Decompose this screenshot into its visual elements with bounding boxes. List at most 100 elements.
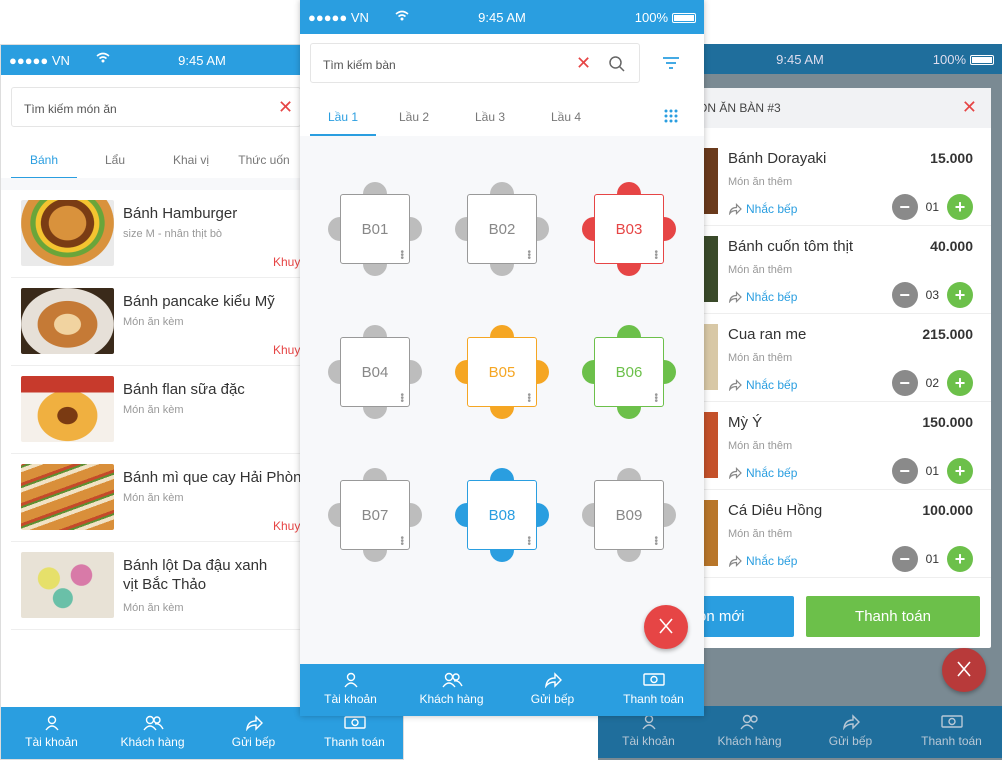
more-options-icon[interactable]: • • • [527,248,531,264]
dish-subtitle: Món ăn thêm [728,352,793,364]
battery-icon [970,54,994,65]
tab-lau-4[interactable]: Lầu 4 [528,110,604,124]
food-name: Bánh pancake kiểu Mỹ [123,293,275,310]
quantity-stepper[interactable]: −01 + [891,546,973,572]
food-search-input[interactable]: Tìm kiếm món ăn ✕ [11,87,301,127]
dish-subtitle: Món ăn thêm [728,440,793,452]
nav-kitchen[interactable]: Gửi bếp [800,706,901,758]
more-options-icon[interactable]: • • • [400,534,404,550]
nav-kitchen-label: Gửi bếp [231,735,276,749]
fork-knife-icon [659,618,673,634]
increase-button[interactable]: + [947,194,973,220]
remind-kitchen-link[interactable]: Nhắc bếp [728,202,797,216]
table-card[interactable]: B04 • • • [328,325,422,419]
remind-kitchen-link[interactable]: Nhắc bếp [728,554,797,568]
more-options-icon[interactable]: • • • [527,391,531,407]
tab-lau-2[interactable]: Lầu 2 [376,110,452,124]
quantity-stepper[interactable]: −01 + [891,194,973,220]
quantity-value: 02 [925,376,939,390]
nav-kitchen[interactable]: Gửi bếp [502,664,603,716]
nav-kitchen-label: Gửi bếp [828,734,873,748]
more-options-icon[interactable]: • • • [400,248,404,264]
dish-price: 150.000 [922,414,973,430]
quantity-stepper[interactable]: −02 + [891,370,973,396]
remind-kitchen-link[interactable]: Nhắc bếp [728,290,797,304]
more-options-icon[interactable]: • • • [527,534,531,550]
food-category-tabs: Bánh Lẩu Khai vị Thức uốn [11,153,321,179]
nav-pay[interactable]: Thanh toán [901,706,1002,758]
table-card[interactable]: B01 • • • [328,182,422,276]
banh-lot-image [21,552,114,618]
nav-account[interactable]: Tài khoản [1,707,102,759]
table-card[interactable]: B07 • • • [328,468,422,562]
increase-button[interactable]: + [947,282,973,308]
tab-lau[interactable]: Lẩu [77,153,153,167]
nav-kitchen[interactable]: Gửi bếp [203,707,304,759]
tab-lau-3[interactable]: Lầu 3 [452,110,528,124]
nav-pay-label: Thanh toán [324,735,385,749]
remind-label: Nhắc bếp [746,554,798,568]
nav-account[interactable]: Tài khoản [300,664,401,716]
order-item[interactable]: Mỳ Ý 150.000 Món ăn thêm Nhắc bếp −01 + [698,402,991,490]
money-icon [642,673,665,686]
table-card[interactable]: B08 • • • [455,468,549,562]
remind-kitchen-link[interactable]: Nhắc bếp [728,466,797,480]
table-card[interactable]: B02 • • • [455,182,549,276]
nav-customers[interactable]: Khách hàng [699,706,800,758]
tab-lau-1[interactable]: Lầu 1 [310,110,376,136]
food-name: Bánh lột Da đậu xanh [123,557,268,574]
increase-button[interactable]: + [947,458,973,484]
more-options-icon[interactable]: • • • [654,248,658,264]
share-arrow-icon [544,672,562,688]
order-item[interactable]: Cá Diêu Hồng 100.000 Món ăn thêm Nhắc bếp −0… [698,490,991,578]
users-icon [142,715,164,731]
user-icon [343,672,358,688]
user-icon [44,715,59,731]
more-options-icon[interactable]: • • • [654,391,658,407]
table-card[interactable]: B03 • • • [582,182,676,276]
share-arrow-icon [728,379,742,391]
more-options-icon[interactable]: • • • [400,391,404,407]
table-search-input[interactable]: Tìm kiếm bàn ✕ [310,43,640,83]
quantity-stepper[interactable]: −01 + [891,458,973,484]
remind-label: Nhắc bếp [746,378,798,392]
close-dialog-icon[interactable]: ✕ [962,97,977,118]
decrease-button[interactable]: − [891,370,918,396]
decrease-button[interactable]: − [891,458,918,484]
search-placeholder: Tìm kiếm món ăn [24,102,117,116]
menu-fab[interactable] [942,648,986,692]
quantity-stepper[interactable]: −03 + [891,282,973,308]
table-card[interactable]: B05 • • • [455,325,549,419]
grid-view-icon[interactable] [664,109,678,128]
clear-search-icon[interactable]: ✕ [576,53,591,74]
decrease-button[interactable]: − [891,546,918,572]
decrease-button[interactable]: − [891,282,918,308]
table-card[interactable]: B09 • • • [582,468,676,562]
nav-customers-label: Khách hàng [419,692,484,706]
new-order-button[interactable]: ón mới [698,596,794,637]
order-item[interactable]: Cua ran me 215.000 Món ăn thêm Nhắc bếp −02 + [698,314,991,402]
increase-button[interactable]: + [947,546,973,572]
clear-search-icon[interactable]: ✕ [278,97,293,118]
pay-button[interactable]: Thanh toán [806,596,980,637]
search-icon[interactable] [608,55,626,76]
menu-fab[interactable] [644,605,688,649]
remind-kitchen-link[interactable]: Nhắc bếp [728,378,797,392]
nav-pay[interactable]: Thanh toán [603,664,704,716]
filter-icon[interactable] [662,56,680,75]
tab-khai-vi[interactable]: Khai vị [153,153,229,167]
share-arrow-icon [842,714,860,730]
order-item[interactable]: Bánh Dorayaki 15.000 Món ăn thêm Nhắc bếp −0… [698,138,991,226]
tab-thuc-uong[interactable]: Thức uốn [229,153,299,167]
tab-banh[interactable]: Bánh [11,153,77,179]
dish-price: 15.000 [930,150,973,166]
table-card[interactable]: B06 • • • [582,325,676,419]
nav-customers[interactable]: Khách hàng [401,664,502,716]
decrease-button[interactable]: − [891,194,918,220]
nav-customers[interactable]: Khách hàng [102,707,203,759]
nav-pay-label: Thanh toán [921,734,982,748]
increase-button[interactable]: + [947,370,973,396]
more-options-icon[interactable]: • • • [654,534,658,550]
order-item[interactable]: Bánh cuốn tôm thịt 40.000 Món ăn thêm Nhắc … [698,226,991,314]
center-phone-screen: ●●●●● VN 9:45 AM 100% Tìm kiếm bàn ✕ Lầu… [300,0,704,716]
